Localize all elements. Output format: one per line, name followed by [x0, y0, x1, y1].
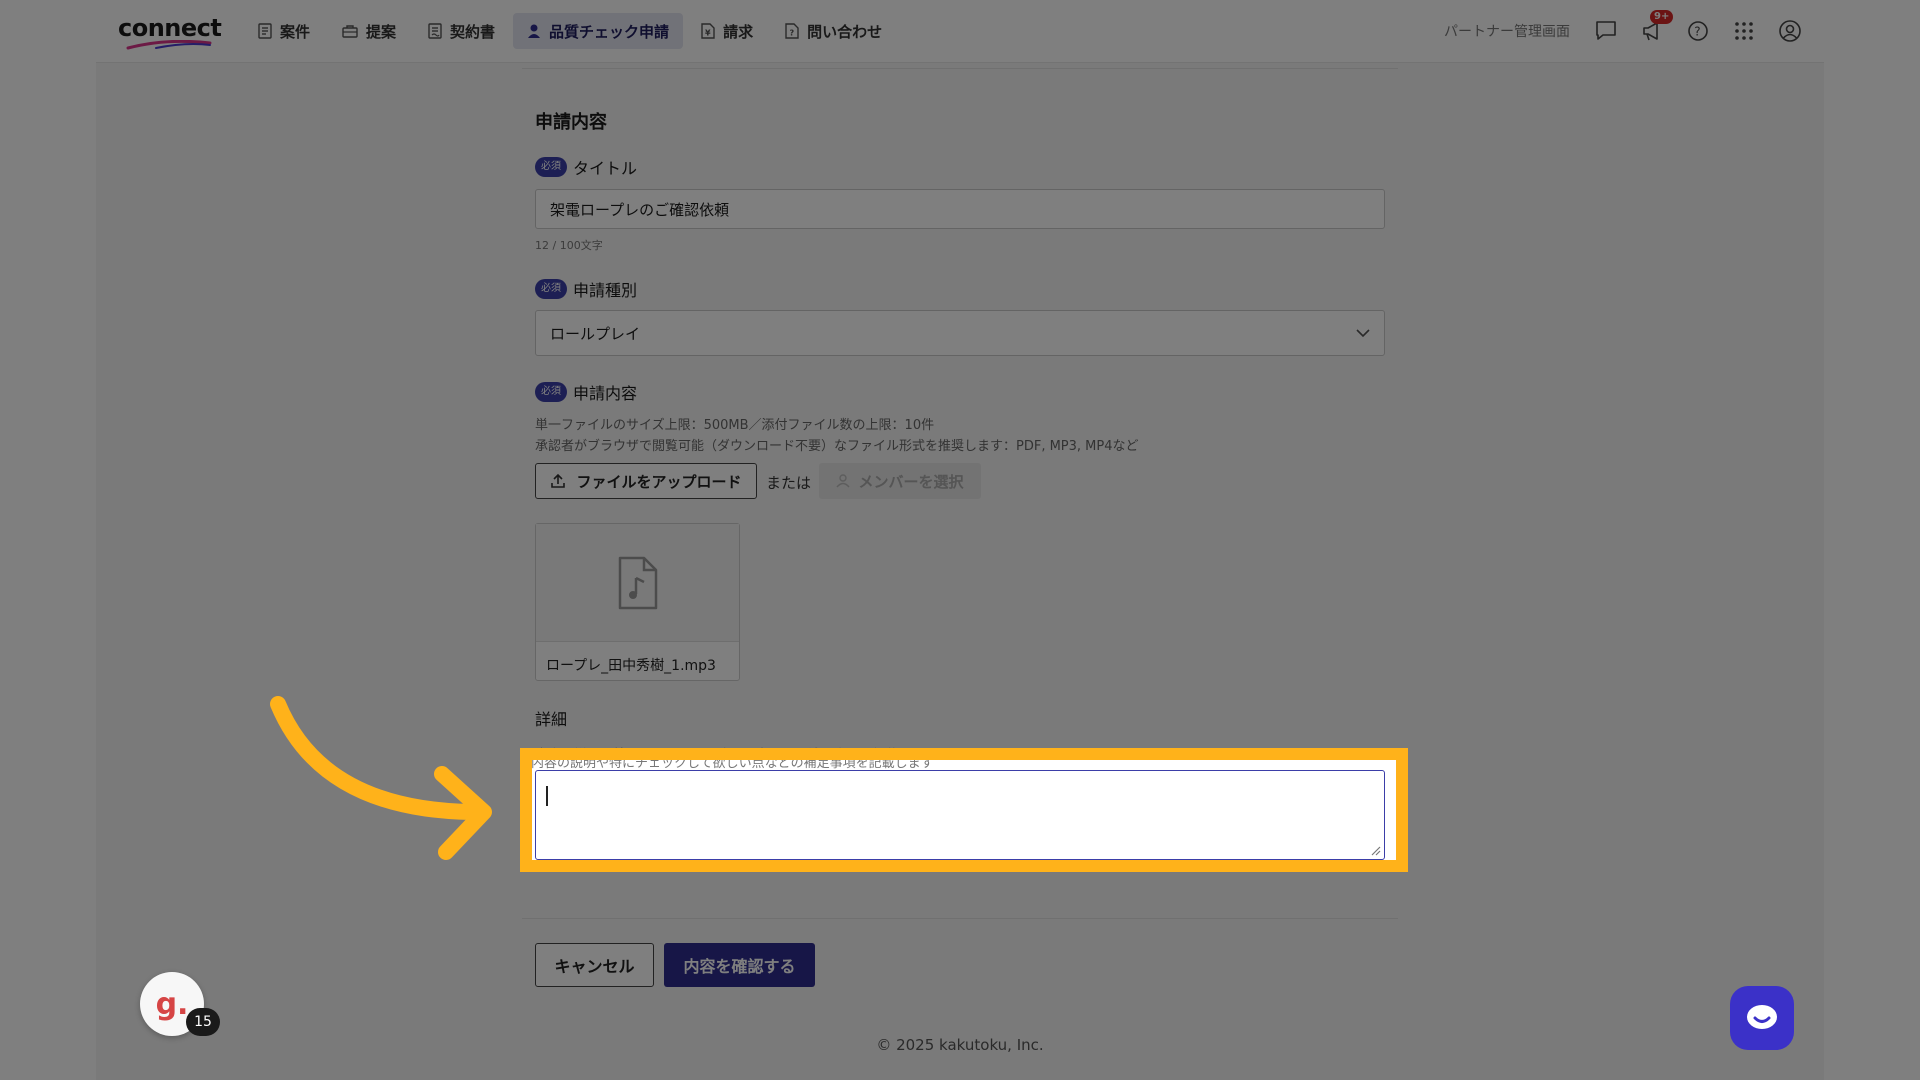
g-count-badge: 15 — [186, 1008, 220, 1036]
tutorial-dim-overlay — [0, 0, 1920, 1080]
g-logo: g. — [155, 986, 189, 1022]
highlight-detail-help: 内容の説明や特にチェックして欲しい点などの補足事項を記載します — [531, 756, 934, 771]
highlight-detail-textarea[interactable] — [535, 770, 1385, 860]
tutorial-arrow-icon — [270, 696, 492, 860]
tutorial-highlight-box: 内容の説明や特にチェックして欲しい点などの補足事項を記載します — [520, 748, 1408, 872]
text-caret — [546, 786, 548, 806]
resize-handle-icon[interactable] — [1371, 846, 1381, 856]
chat-bubble-icon — [1747, 1005, 1777, 1029]
chat-support-button[interactable] — [1730, 986, 1794, 1050]
